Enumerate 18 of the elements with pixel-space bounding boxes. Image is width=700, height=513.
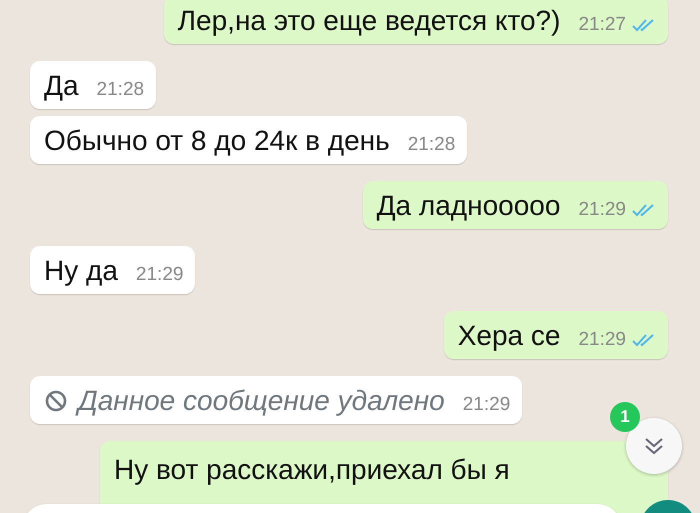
message-text: Данное сообщение удалено <box>78 386 445 416</box>
message-time: 21:28 <box>408 134 456 156</box>
message-text: Обычно от 8 до 24к в день <box>44 126 390 156</box>
message-text: Да <box>44 71 79 101</box>
message-text: Да ладнооооо <box>376 191 560 221</box>
message-time: 21:29 <box>578 329 626 351</box>
message-text: Ну да <box>44 256 118 286</box>
message-time: 21:27 <box>578 14 626 36</box>
chevron-down-icon <box>643 436 665 456</box>
unread-count-badge: 1 <box>610 402 640 432</box>
message-time: 21:29 <box>136 264 184 286</box>
message-text: Ну вот расскажи,приехал бы я <box>114 455 510 485</box>
message-time: 21:28 <box>96 79 144 101</box>
message-text: Хера се <box>458 321 560 351</box>
prohibited-icon <box>44 389 68 413</box>
message-time: 21:29 <box>462 394 510 416</box>
message-text: Лер,на это еще ведется кто?) <box>178 6 560 36</box>
message-time: 21:29 <box>578 199 626 221</box>
